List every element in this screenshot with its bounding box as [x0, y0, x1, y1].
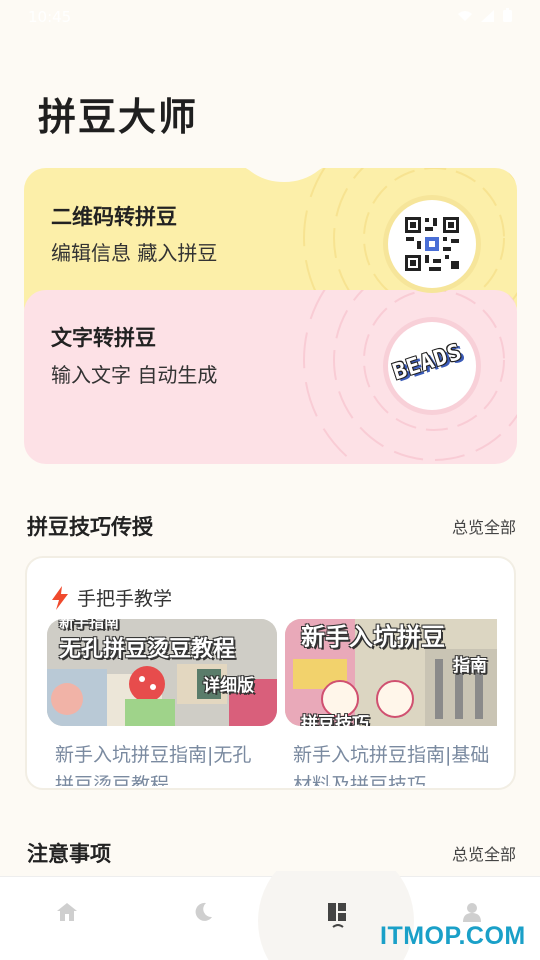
nav-home[interactable] — [56, 901, 80, 925]
tips-card: 手把手教学 新手指南 无孔拼豆烫豆教程 详细版 新手入坑拼豆 指南 拼豆技巧 新… — [25, 556, 516, 790]
tutorial-thumbnail-2[interactable]: 新手入坑拼豆 指南 拼豆技巧 — [285, 619, 497, 726]
wifi-icon — [457, 8, 473, 26]
text-card-title: 文字转拼豆 — [51, 326, 156, 350]
nav-discover[interactable] — [192, 901, 216, 925]
qr-card-subtitle: 编辑信息 藏入拼豆 — [51, 241, 218, 265]
qr-code-icon — [388, 200, 476, 288]
lightning-icon — [52, 585, 68, 610]
tutorial-title-1[interactable]: 新手入坑拼豆指南|无孔拼豆烫豆教程 — [55, 740, 255, 786]
notes-section-title: 注意事项 — [27, 842, 111, 866]
thumbnail-1-overlay-main: 无孔拼豆烫豆教程 — [59, 637, 236, 662]
tips-header: 手把手教学 — [51, 584, 172, 611]
home-icon — [57, 903, 77, 921]
qr-pattern — [403, 215, 461, 273]
thumbnail-1-overlay-badge: 详细版 — [203, 676, 254, 696]
signal-icon — [481, 8, 495, 26]
tutorial-thumbnail-1[interactable]: 新手指南 无孔拼豆烫豆教程 详细版 — [47, 619, 277, 726]
moon-icon — [195, 902, 212, 921]
thumbnail-2-overlay-main: 新手入坑拼豆 — [301, 623, 445, 651]
tips-header-label: 手把手教学 — [77, 588, 173, 610]
thumbnail-2-overlay-bottom: 拼豆技巧 — [301, 714, 369, 726]
tips-see-all-link[interactable]: 总览全部 — [452, 514, 516, 538]
person-icon — [463, 903, 481, 922]
app-title: 拼豆大师 — [38, 95, 199, 139]
status-icons — [457, 8, 512, 26]
grid-icon — [328, 903, 346, 928]
status-bar: 10:45 — [0, 0, 540, 34]
watermark: ITMOP.COM — [380, 922, 526, 950]
tutorial-title-2[interactable]: 新手入坑拼豆指南|基础材料及拼豆技巧 — [293, 740, 493, 786]
tips-section-title: 拼豆技巧传授 — [27, 515, 153, 539]
qr-card-title: 二维码转拼豆 — [51, 205, 177, 229]
thumbnail-2-overlay-badge: 指南 — [453, 656, 487, 676]
status-time: 10:45 — [28, 8, 72, 26]
text-card-subtitle: 输入文字 自动生成 — [51, 363, 218, 387]
nav-works[interactable] — [327, 901, 351, 928]
battery-icon — [503, 8, 512, 26]
card-notch — [24, 160, 517, 182]
notes-see-all-link[interactable]: 总览全部 — [452, 841, 516, 865]
